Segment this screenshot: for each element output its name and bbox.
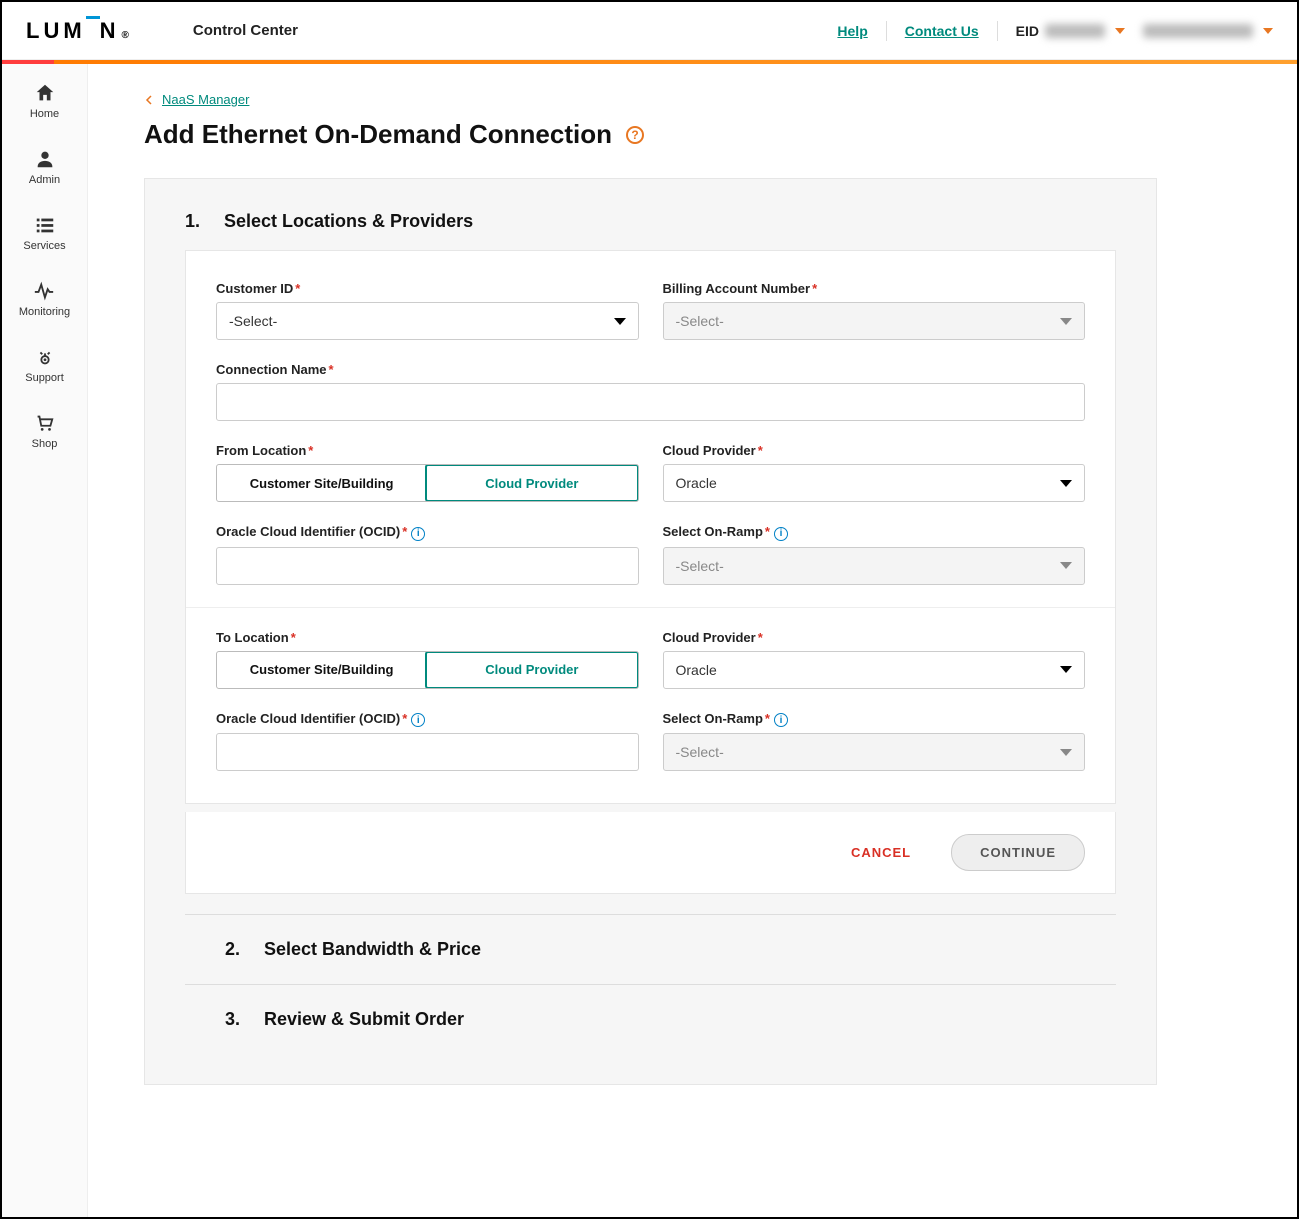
select-value: -Select- [229,313,277,329]
step-1-card: Customer ID* -Select- Billing Account Nu… [185,250,1116,804]
account-dropdown[interactable]: xxxxxx [1143,24,1273,38]
from-onramp-label: Select On-Ramp*i [663,524,1086,541]
step-actions: CANCEL CONTINUE [185,812,1116,894]
chevron-down-icon [1060,562,1072,569]
select-value: -Select- [676,558,724,574]
sidebar-label: Shop [32,438,58,450]
to-site-option[interactable]: Customer Site/Building [217,652,426,688]
eid-value: xxxx [1045,24,1105,38]
chevron-down-icon [1060,318,1072,325]
from-location-label: From Location* [216,443,639,458]
chevron-down-icon [1060,666,1072,673]
to-onramp-label: Select On-Ramp*i [663,711,1086,728]
to-onramp-select[interactable]: -Select- [663,733,1086,771]
step-title: Select Locations & Providers [224,211,473,232]
step-2-header[interactable]: 2. Select Bandwidth & Price [185,914,1116,984]
user-icon [34,148,56,170]
step-title: Select Bandwidth & Price [264,939,481,960]
sidebar-item-home[interactable]: Home [30,82,59,120]
chevron-down-icon [1263,28,1273,34]
eid-dropdown[interactable]: EID xxxx [1016,23,1125,39]
info-icon[interactable]: i [774,713,788,727]
page-title-row: Add Ethernet On-Demand Connection ? [144,119,1157,150]
sidebar-item-support[interactable]: Support [25,346,64,384]
help-link[interactable]: Help [837,23,867,39]
continue-button[interactable]: CONTINUE [951,834,1085,871]
billing-account-label: Billing Account Number* [663,281,1086,296]
step-3-header[interactable]: 3. Review & Submit Order [185,984,1116,1054]
home-icon [34,82,56,104]
app-header: LUMEN® Control Center Help Contact Us EI… [2,2,1297,60]
list-icon [34,214,56,236]
eid-label: EID [1016,23,1039,39]
to-cloud-provider-label: Cloud Provider* [663,630,1086,645]
chevron-down-icon [1060,749,1072,756]
to-cloud-option[interactable]: Cloud Provider [425,651,638,689]
page-title: Add Ethernet On-Demand Connection [144,119,612,150]
info-icon[interactable]: i [774,527,788,541]
step-1-header: 1. Select Locations & Providers [145,179,1156,250]
from-site-option[interactable]: Customer Site/Building [217,465,426,501]
step-title: Review & Submit Order [264,1009,464,1030]
chevron-left-icon [144,95,154,105]
cart-icon [33,412,55,434]
billing-account-select[interactable]: -Select- [663,302,1086,340]
logo-text-2: N [100,18,120,44]
sidebar-label: Services [23,240,65,252]
breadcrumb-link-naas[interactable]: NaaS Manager [162,92,249,107]
sidebar-label: Home [30,108,59,120]
to-cloud-provider-select[interactable]: Oracle [663,651,1086,689]
from-cloud-provider-label: Cloud Provider* [663,443,1086,458]
sidebar-item-monitoring[interactable]: Monitoring [19,280,70,318]
chevron-down-icon [1060,480,1072,487]
connection-name-input[interactable] [216,383,1085,421]
chevron-down-icon [614,318,626,325]
from-ocid-label: Oracle Cloud Identifier (OCID)*i [216,524,639,541]
cancel-button[interactable]: CANCEL [851,845,911,860]
divider [997,21,998,41]
account-value: xxxxxx [1143,24,1253,38]
divider [186,607,1115,608]
step-number: 1. [185,211,200,232]
pulse-icon [33,280,55,302]
connection-name-label: Connection Name* [216,362,1085,377]
sidebar-label: Support [25,372,64,384]
to-ocid-input[interactable] [216,733,639,771]
sidebar: Home Admin Services Monitoring Support S… [2,64,88,1217]
sidebar-label: Monitoring [19,306,70,318]
sidebar-item-admin[interactable]: Admin [29,148,60,186]
sidebar-label: Admin [29,174,60,186]
from-cloud-option[interactable]: Cloud Provider [425,464,638,502]
from-ocid-input[interactable] [216,547,639,585]
step-number: 3. [225,1009,240,1030]
divider [886,21,887,41]
from-onramp-select[interactable]: -Select- [663,547,1086,585]
from-cloud-provider-select[interactable]: Oracle [663,464,1086,502]
gear-icon [34,346,56,368]
product-name: Control Center [193,22,298,39]
select-value: Oracle [676,662,717,678]
lumen-logo[interactable]: LUMEN® [26,18,133,44]
from-location-toggle: Customer Site/Building Cloud Provider [216,464,639,502]
select-value: -Select- [676,313,724,329]
to-location-toggle: Customer Site/Building Cloud Provider [216,651,639,689]
select-value: Oracle [676,475,717,491]
contact-us-link[interactable]: Contact Us [905,23,979,39]
select-value: -Select- [676,744,724,760]
customer-id-select[interactable]: -Select- [216,302,639,340]
customer-id-label: Customer ID* [216,281,639,296]
to-location-label: To Location* [216,630,639,645]
to-ocid-label: Oracle Cloud Identifier (OCID)*i [216,711,639,728]
breadcrumb: NaaS Manager [144,92,1157,107]
wizard-container: 1. Select Locations & Providers Customer… [144,178,1157,1085]
help-icon[interactable]: ? [626,126,644,144]
sidebar-item-shop[interactable]: Shop [32,412,58,450]
step-number: 2. [225,939,240,960]
chevron-down-icon [1115,28,1125,34]
main-content: NaaS Manager Add Ethernet On-Demand Conn… [88,64,1297,1217]
logo-text-1: LUM [26,18,86,44]
info-icon[interactable]: i [411,713,425,727]
info-icon[interactable]: i [411,527,425,541]
sidebar-item-services[interactable]: Services [23,214,65,252]
